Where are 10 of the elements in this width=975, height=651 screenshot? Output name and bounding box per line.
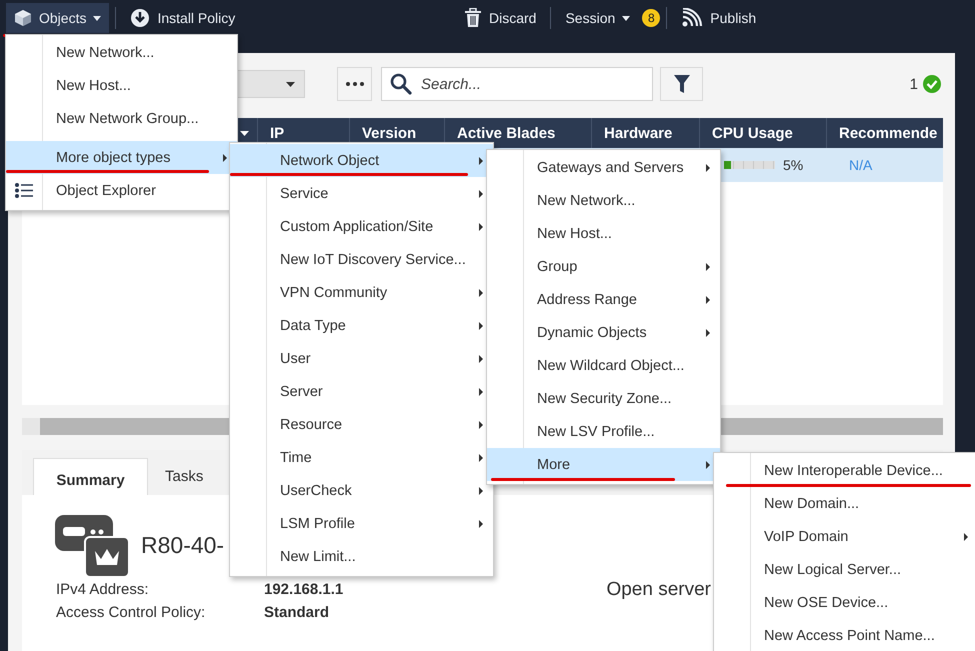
status-text: Open server <box>606 579 712 601</box>
device-title: R80-40- <box>141 532 224 558</box>
field-label: IPv4 Address: <box>56 581 150 598</box>
table-cell: 5% <box>783 157 804 173</box>
field-value: 192.168.1.1 <box>264 581 344 598</box>
item-count: 1 <box>910 76 918 92</box>
field-value: Standard <box>264 604 330 621</box>
table-cell-text: N/A <box>848 157 872 173</box>
field-label: Access Control Policy: <box>56 604 206 621</box>
count-badge: 8 <box>642 9 660 27</box>
